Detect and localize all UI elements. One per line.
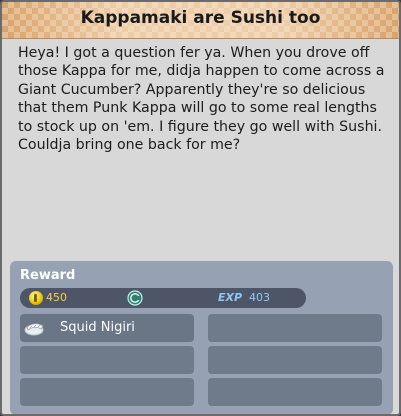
coin-icon: [29, 291, 43, 305]
money-value: 450: [46, 291, 67, 304]
currency-bar: 450 EXP 403: [20, 288, 306, 308]
quest-title: Kappamaki are Sushi too: [80, 8, 321, 28]
reward-item-slot-empty: [208, 346, 382, 374]
reward-item-slot-empty: [208, 378, 382, 406]
exp-value: 403: [249, 291, 270, 304]
ring-icon: [127, 290, 143, 306]
squid-nigiri-icon: [24, 323, 44, 336]
quest-panel: Kappamaki are Sushi too Heya! I got a qu…: [0, 0, 401, 416]
reward-item-name: Squid Nigiri: [60, 320, 135, 335]
reward-label: Reward: [20, 268, 76, 283]
reward-item-slot[interactable]: Squid Nigiri: [20, 314, 194, 342]
title-bar: Kappamaki are Sushi too: [2, 2, 399, 39]
reward-item-slot-empty: [20, 378, 194, 406]
exp-label: EXP: [218, 291, 243, 304]
reward-item-slot-empty: [20, 346, 194, 374]
reward-section: Reward 450 EXP 403 Squid Nigiri: [10, 261, 393, 414]
quest-description: Heya! I got a question fer ya. When you …: [18, 45, 385, 154]
reward-item-slot-empty: [208, 314, 382, 342]
